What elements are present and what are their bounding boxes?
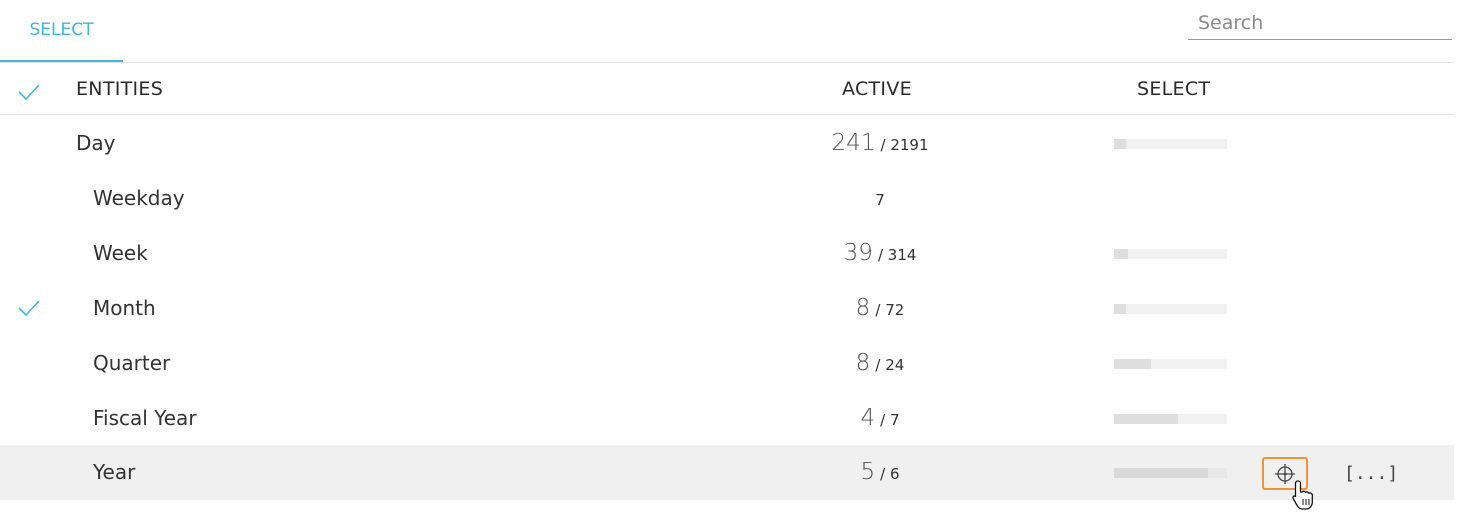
- row-name: Year: [93, 460, 136, 484]
- row-name: Week: [93, 241, 148, 265]
- select-bar-fill: [1114, 414, 1179, 424]
- active-count: 7: [780, 185, 980, 211]
- active-value: 4: [860, 405, 876, 431]
- total-value: / 6: [880, 465, 900, 483]
- table-header: ENTITIES ACTIVE SELECT: [0, 63, 1454, 115]
- row-name: Quarter: [93, 351, 171, 375]
- total-value: / 2191: [880, 136, 929, 154]
- active-count: 8 / 72: [780, 295, 980, 321]
- tab-select[interactable]: SELECT: [0, 0, 123, 62]
- active-value: 8: [855, 295, 871, 321]
- total-value: / 24: [875, 356, 905, 374]
- table-row-quarter[interactable]: Quarter 8 / 24: [0, 336, 1454, 391]
- row-name: Fiscal Year: [93, 406, 197, 430]
- tab-bar: SELECT: [0, 0, 1454, 63]
- select-bar-fill: [1114, 359, 1152, 369]
- row-name: Day: [76, 131, 116, 155]
- row-name: Month: [93, 296, 156, 320]
- select-bar-fill: [1114, 139, 1127, 149]
- active-value: 241: [831, 130, 876, 156]
- entity-select-panel: SELECT ENTITIES ACTIVE SELECT Day 241 / …: [0, 0, 1464, 520]
- active-count: 5 / 6: [780, 459, 980, 485]
- table-row-day[interactable]: Day 241 / 2191: [0, 116, 1454, 171]
- select-bar-fill: [1114, 249, 1128, 259]
- active-count: 39 / 314: [780, 240, 980, 266]
- select-bar: [1114, 359, 1227, 369]
- select-bar: [1114, 249, 1227, 259]
- active-value: 8: [855, 350, 871, 376]
- row-name: Weekday: [93, 186, 185, 210]
- total-value: / 314: [877, 246, 917, 264]
- total-value: / 7: [880, 411, 900, 429]
- select-bar-fill: [1114, 468, 1208, 478]
- active-count: 8 / 24: [780, 350, 980, 376]
- search-input[interactable]: [1188, 6, 1452, 40]
- select-bar: [1114, 468, 1227, 478]
- table-row-fiscal-year[interactable]: Fiscal Year 4 / 7: [0, 391, 1454, 446]
- select-bar-fill: [1114, 304, 1127, 314]
- more-options-button[interactable]: [...]: [1344, 463, 1398, 484]
- select-bar: [1114, 304, 1227, 314]
- total-value: 7: [875, 191, 885, 209]
- active-value: 5: [860, 459, 876, 485]
- hand-cursor-icon: [1292, 480, 1313, 510]
- select-bar: [1114, 139, 1227, 149]
- row-checkmark-icon[interactable]: [17, 296, 41, 320]
- select-bar: [1114, 414, 1227, 424]
- column-header-select[interactable]: SELECT: [1137, 78, 1210, 100]
- total-value: / 72: [875, 301, 905, 319]
- table-row-year[interactable]: Year 5 / 6 [...]: [0, 445, 1454, 500]
- select-all-checkmark-icon[interactable]: [17, 80, 41, 104]
- active-count: 4 / 7: [780, 405, 980, 431]
- active-value: 39: [843, 240, 873, 266]
- column-header-entities[interactable]: ENTITIES: [76, 78, 163, 100]
- table-row-week[interactable]: Week 39 / 314: [0, 226, 1454, 281]
- column-header-active[interactable]: ACTIVE: [842, 78, 912, 100]
- table-row-weekday[interactable]: Weekday 7: [0, 171, 1454, 226]
- table-row-month[interactable]: Month 8 / 72: [0, 281, 1454, 336]
- active-count: 241 / 2191: [780, 130, 980, 156]
